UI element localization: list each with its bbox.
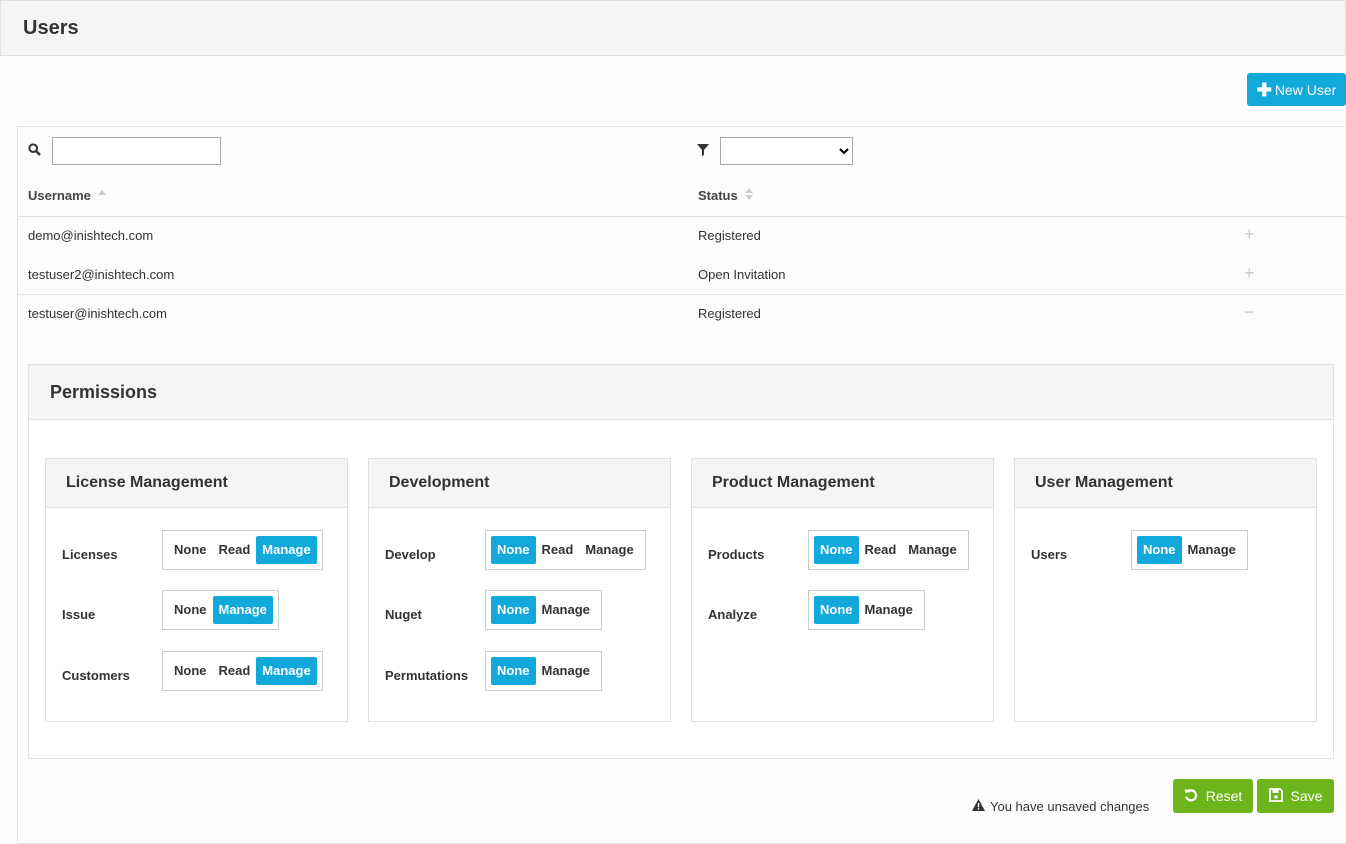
username-cell: demo@inishtech.com — [28, 228, 154, 243]
new-user-label: New User — [1274, 81, 1337, 98]
permission-label-analyze: Analyze — [708, 607, 758, 622]
permission-label-products: Products — [708, 547, 765, 562]
option-none[interactable]: None — [814, 596, 859, 624]
permission-group-title: License Management — [66, 474, 228, 491]
option-none[interactable]: None — [168, 536, 213, 564]
permission-group-user-management: User Management Users None Manage — [1014, 458, 1317, 722]
permission-group-license-management: License Management Licenses None Read Ma… — [45, 458, 348, 722]
permission-label-licenses: Licenses — [62, 547, 118, 562]
option-none[interactable]: None — [491, 596, 536, 624]
filter-icon — [697, 143, 709, 161]
permission-group-header: License Management — [46, 459, 347, 508]
permission-label-issue: Issue — [62, 607, 96, 622]
permission-group-header: Product Management — [692, 459, 993, 508]
permission-group-header: Development — [369, 459, 670, 508]
column-header-label: Username — [28, 188, 91, 203]
permission-group-title: User Management — [1035, 474, 1173, 491]
option-manage[interactable]: Manage — [859, 596, 919, 624]
permission-label-nuget: Nuget — [385, 607, 422, 622]
option-none[interactable]: None — [168, 596, 213, 624]
permission-group-product-management: Product Management Products None Read Ma… — [691, 458, 994, 722]
save-button[interactable]: Save — [1257, 779, 1334, 813]
option-manage[interactable]: Manage — [579, 536, 639, 564]
warning-icon — [972, 799, 990, 814]
option-read[interactable]: Read — [213, 536, 257, 564]
new-user-button[interactable]: ✚ New User — [1247, 73, 1346, 106]
option-manage[interactable]: Manage — [256, 657, 317, 685]
sort-ascending-icon — [97, 188, 106, 203]
option-read[interactable]: Read — [536, 536, 580, 564]
page-title: Users — [23, 17, 79, 39]
expand-icon[interactable]: + — [1244, 224, 1255, 245]
table-row[interactable]: testuser@inishtech.com Registered − — [18, 294, 1346, 333]
permission-label-permutations: Permutations — [385, 668, 469, 683]
permission-toggle-analyze: None Manage — [808, 590, 925, 630]
permission-toggle-permutations: None Manage — [485, 651, 602, 691]
warning-text: You have unsaved changes — [990, 799, 1150, 814]
reset-button[interactable]: Reset — [1173, 779, 1253, 813]
status-cell: Registered — [698, 306, 761, 321]
page-header: Users — [0, 0, 1346, 56]
expand-icon[interactable]: + — [1244, 263, 1255, 284]
option-read[interactable]: Read — [213, 657, 257, 685]
option-none[interactable]: None — [491, 657, 536, 685]
permission-toggle-develop: None Read Manage — [485, 530, 646, 570]
users-grid: Username Status demo@inishtech.com Regis… — [17, 126, 1346, 844]
permission-label-users: Users — [1031, 547, 1068, 562]
search-icon — [28, 143, 41, 161]
permissions-title: Permissions — [50, 382, 158, 402]
unsaved-changes-warning: You have unsaved changes — [972, 799, 1149, 814]
permission-toggle-issue: None Manage — [162, 590, 279, 630]
collapse-icon[interactable]: − — [1244, 302, 1255, 323]
table-row[interactable]: testuser2@inishtech.com Open Invitation … — [18, 255, 1346, 294]
plus-icon: ✚ — [1256, 79, 1272, 100]
undo-icon — [1184, 788, 1206, 805]
status-filter-select[interactable] — [720, 137, 853, 165]
permission-label-customers: Customers — [62, 668, 130, 683]
option-manage[interactable]: Manage — [902, 536, 962, 564]
status-cell: Open Invitation — [698, 267, 786, 282]
table-row[interactable]: demo@inishtech.com Registered + — [18, 216, 1346, 255]
permission-toggle-products: None Read Manage — [808, 530, 969, 570]
option-none[interactable]: None — [491, 536, 536, 564]
username-cell: testuser@inishtech.com — [28, 306, 167, 321]
option-manage[interactable]: Manage — [256, 536, 317, 564]
option-none[interactable]: None — [168, 657, 213, 685]
permission-group-title: Product Management — [712, 474, 875, 491]
option-manage[interactable]: Manage — [212, 596, 273, 624]
column-header-label: Status — [698, 188, 738, 203]
option-none[interactable]: None — [814, 536, 859, 564]
permission-label-develop: Develop — [385, 547, 436, 562]
permissions-panel: Permissions License Management Licenses … — [28, 364, 1334, 759]
search-input[interactable] — [52, 137, 221, 165]
permission-toggle-users: None Manage — [1131, 530, 1248, 570]
permission-toggle-customers: None Read Manage — [162, 651, 323, 691]
sort-icon — [744, 188, 753, 203]
option-read[interactable]: Read — [859, 536, 903, 564]
permission-toggle-licenses: None Read Manage — [162, 530, 323, 570]
option-none[interactable]: None — [1137, 536, 1182, 564]
permission-group-title: Development — [389, 474, 490, 491]
reset-label: Reset — [1205, 788, 1243, 804]
permission-group-development: Development Develop None Read Manage Nug… — [368, 458, 671, 722]
permission-group-header: User Management — [1015, 459, 1316, 508]
username-cell: testuser2@inishtech.com — [28, 267, 175, 282]
option-manage[interactable]: Manage — [1182, 536, 1242, 564]
status-cell: Registered — [698, 228, 761, 243]
option-manage[interactable]: Manage — [536, 596, 596, 624]
save-icon — [1268, 787, 1291, 805]
column-header-status[interactable]: Status — [698, 188, 753, 203]
option-manage[interactable]: Manage — [536, 657, 596, 685]
permissions-header: Permissions — [29, 365, 1333, 420]
column-header-username[interactable]: Username — [28, 188, 106, 203]
save-label: Save — [1290, 788, 1323, 804]
permission-toggle-nuget: None Manage — [485, 590, 602, 630]
